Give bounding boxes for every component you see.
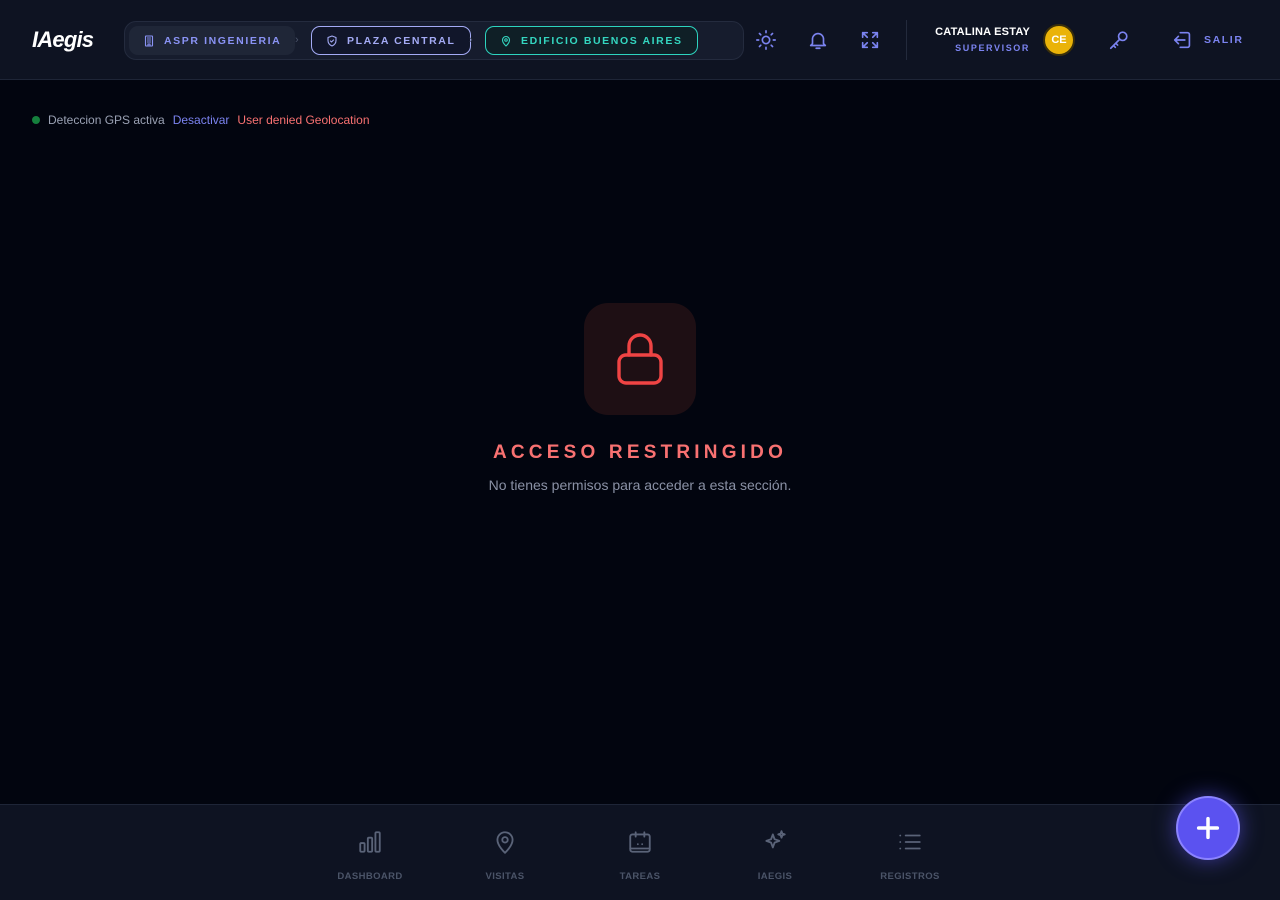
fullscreen-button[interactable] bbox=[858, 28, 882, 52]
nav-item-iaegis[interactable]: IAEGIS bbox=[720, 829, 830, 882]
breadcrumb-label: ASPR INGENIERIA bbox=[164, 34, 282, 47]
add-button[interactable] bbox=[1176, 796, 1240, 860]
breadcrumb-label: PLAZA CENTRAL bbox=[347, 34, 456, 47]
gps-status-bar: Deteccion GPS activa Desactivar User den… bbox=[32, 113, 370, 127]
logout-button[interactable]: SALIR bbox=[1172, 28, 1244, 52]
bottom-nav: DASHBOARD VISITAS TAREAS IAEGIS REGISTRO… bbox=[0, 804, 1280, 900]
user-role: SUPERVISOR bbox=[955, 43, 1030, 53]
chevron-right-icon: › bbox=[295, 34, 299, 46]
bar-chart-icon bbox=[359, 831, 381, 853]
map-pin-icon bbox=[501, 35, 511, 47]
chevron-right-icon: › bbox=[469, 34, 473, 46]
fullscreen-icon bbox=[861, 31, 879, 49]
lock-icon bbox=[617, 333, 663, 385]
gps-status-dot bbox=[32, 116, 40, 124]
nav-item-tareas[interactable]: TAREAS bbox=[585, 829, 695, 882]
nav-label: TAREAS bbox=[619, 871, 661, 882]
restricted-title: ACCESO RESTRINGIDO bbox=[492, 442, 788, 463]
nav-label: REGISTROS bbox=[880, 871, 940, 882]
breadcrumb-company[interactable]: ASPR INGENIERIA bbox=[129, 26, 296, 55]
user-name: CATALINA ESTAY bbox=[935, 26, 1030, 38]
avatar[interactable]: CE bbox=[1043, 24, 1075, 56]
gps-disable-link[interactable]: Desactivar bbox=[173, 113, 230, 127]
logout-label: SALIR bbox=[1204, 34, 1244, 46]
calendar-icon bbox=[629, 831, 651, 853]
nav-item-registros[interactable]: REGISTROS bbox=[855, 829, 965, 882]
nav-label: VISITAS bbox=[485, 871, 525, 882]
nav-item-dashboard[interactable]: DASHBOARD bbox=[315, 829, 425, 882]
restricted-message: No tienes permisos para acceder a esta s… bbox=[488, 477, 792, 493]
nav-label: IAEGIS bbox=[757, 871, 793, 882]
gps-error-text: User denied Geolocation bbox=[237, 113, 370, 127]
header-divider bbox=[906, 20, 907, 60]
nav-item-visitas[interactable]: VISITAS bbox=[450, 829, 560, 882]
breadcrumb-building[interactable]: EDIFICIO BUENOS AIRES bbox=[485, 26, 698, 55]
change-password-button[interactable] bbox=[1107, 28, 1131, 52]
top-bar: IAegis ASPR INGENIERIA › PLAZA CENTRAL ›… bbox=[0, 0, 1280, 80]
sparkles-icon bbox=[765, 830, 786, 849]
logout-icon bbox=[1173, 31, 1191, 49]
map-pin-icon bbox=[496, 831, 514, 854]
breadcrumb-site[interactable]: PLAZA CENTRAL bbox=[311, 26, 471, 55]
sun-icon bbox=[756, 30, 776, 50]
key-icon bbox=[1109, 31, 1128, 50]
restricted-icon-box bbox=[584, 303, 696, 415]
bell-icon bbox=[809, 32, 827, 50]
list-icon bbox=[899, 834, 921, 850]
breadcrumb-label: EDIFICIO BUENOS AIRES bbox=[521, 34, 683, 47]
nav-label: DASHBOARD bbox=[337, 871, 403, 882]
theme-toggle-button[interactable] bbox=[754, 28, 778, 52]
notifications-button[interactable] bbox=[806, 28, 830, 52]
shield-icon bbox=[327, 34, 337, 47]
gps-status-text: Deteccion GPS activa bbox=[48, 113, 165, 127]
building-icon bbox=[144, 34, 154, 47]
breadcrumb: ASPR INGENIERIA › PLAZA CENTRAL › EDIFIC… bbox=[124, 21, 744, 60]
plus-icon bbox=[1196, 816, 1220, 840]
app-logo[interactable]: IAegis bbox=[32, 27, 94, 53]
